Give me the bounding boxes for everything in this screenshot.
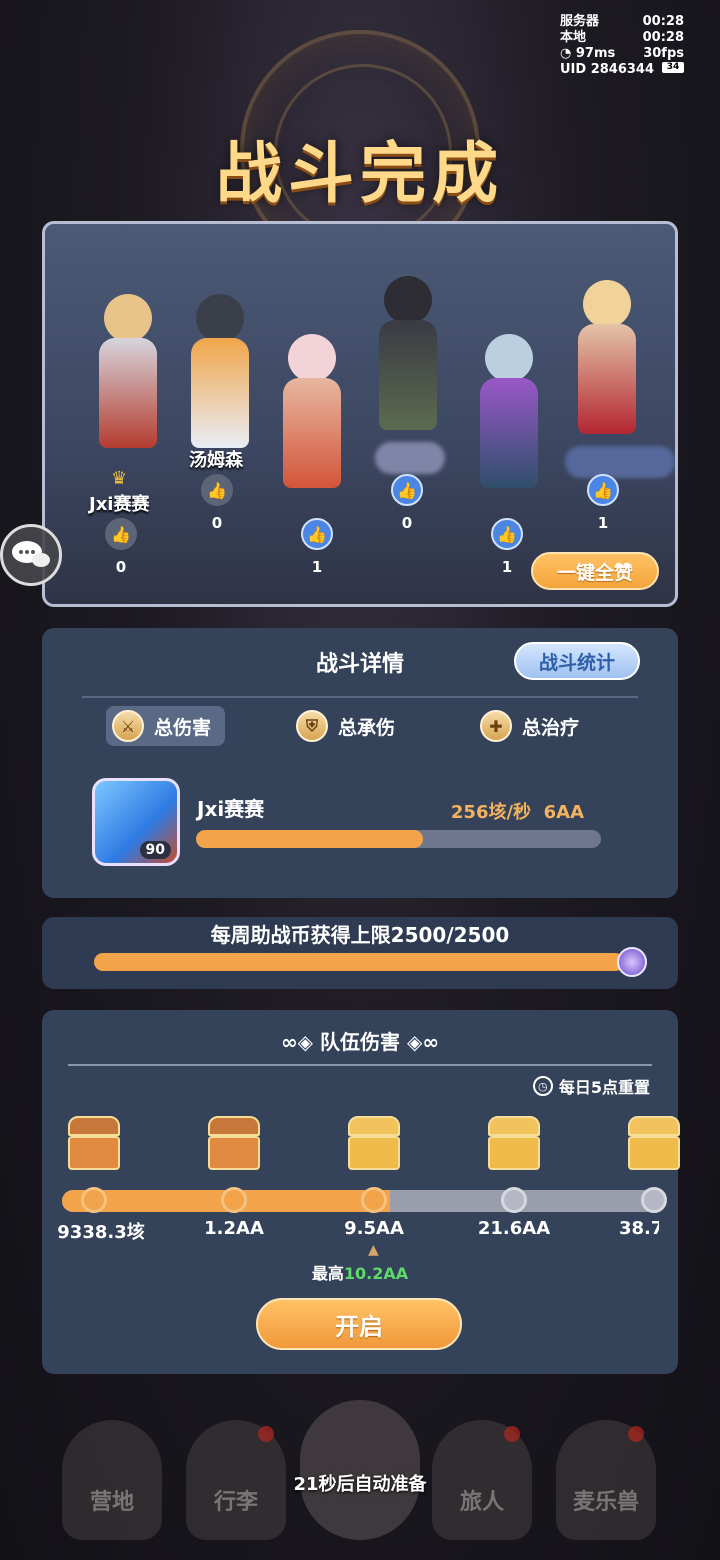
weekly-cap-fill [94,953,624,971]
ornament-left-icon: ∞◈ [280,1030,314,1054]
hero-figure [363,276,453,430]
hero-figure [559,280,655,440]
like-count: 0 [211,514,223,532]
battle-stats-button[interactable]: 战斗统计 [514,642,640,680]
like-count: 1 [597,514,609,532]
like-count: 0 [115,558,127,576]
weekly-cap-card: 每周助战币获得上限2500/2500 [42,917,678,989]
reset-text: 每日5点重置 [558,1078,650,1097]
milestone-value: 21.6AA [477,1218,551,1239]
max-marker-icon: ▲ [368,1242,379,1258]
daily-reset: ◷ 每日5点重置 [532,1074,650,1098]
member-name: 汤姆森 [189,450,243,471]
player-name: Jxi赛赛 [197,797,265,821]
milestone-node [81,1187,107,1213]
status-overlay: 服务器 00:28 本地 00:28 ◔ 97ms 30fps UID 2846344… [560,14,684,78]
tab-total-taken[interactable]: ⛨ 总承伤 [290,706,409,746]
hero-figure [267,334,357,488]
tab-total-healing[interactable]: ✚ 总治疗 [474,706,593,746]
gold-chest-icon[interactable] [486,1116,542,1172]
weekly-cap-bar [94,953,624,971]
tab-label: 总承伤 [338,716,396,739]
max-value: 10.2AA [343,1264,409,1283]
weekly-cap-text: 每周助战币获得上限2500/2500 [210,923,510,947]
hero-figure [83,294,173,464]
notification-dot [258,1426,274,1442]
notification-dot [628,1426,644,1442]
like-button[interactable]: 👍 [301,518,333,550]
chat-bubble-icon [12,541,50,567]
milestone-value: 9.5AA [344,1218,404,1239]
assist-coin-icon [617,947,647,977]
milestone-value: 9338.3垓 [57,1222,145,1243]
like-button[interactable]: 👍 [105,518,137,550]
hero-figure [175,294,265,448]
hidden-name [375,442,445,474]
local-time: 00:28 [642,30,684,45]
team-damage-card: ∞◈ 队伍伤害 ◈∞ ◷ 每日5点重置 9338.3垓 1.2AA 9.5AA 21.… [42,1010,680,1374]
damage-bar [196,830,601,848]
like-button[interactable]: 👍 [201,474,233,506]
notification-dot [504,1426,520,1442]
max-label: 最高 [311,1264,344,1283]
damage-track [62,1190,658,1212]
like-button[interactable]: 👍 [491,518,523,550]
battery-icon: 34 [662,62,684,73]
clock-icon: ◷ [532,1076,553,1096]
ping: 97ms [575,46,616,61]
auto-ready-timer: 21秒后自动准备 [293,1474,427,1495]
fps: 30fps [643,46,684,61]
server-label: 服务器 [560,14,600,29]
milestone-value: 38.7 [619,1218,659,1239]
opened-chest-icon[interactable] [66,1116,122,1172]
battle-detail-card: 战斗详情 战斗统计 ⚔ 总伤害 ⛨ 总承伤 ✚ 总治疗 90 Jxi赛赛 256… [42,628,678,898]
like-count: 1 [501,558,513,576]
milestone-node [221,1187,247,1213]
team-damage-title: 队伍伤害 [320,1030,400,1054]
uid: UID 2846344 [560,62,655,77]
tab-label: 总伤害 [154,716,212,739]
like-count: 1 [311,558,323,576]
like-all-button[interactable]: 一键全赞 [531,552,659,590]
shield-icon: ⛨ [296,710,328,742]
tab-label: 总治疗 [522,716,580,739]
hero-figure [461,334,557,488]
milestone-value: 1.2AA [204,1218,264,1239]
gold-chest-icon[interactable] [626,1116,682,1172]
hidden-name [565,446,675,478]
total-value: 6AA [543,802,584,823]
milestone-node [361,1187,387,1213]
opened-chest-icon[interactable] [206,1116,262,1172]
player-damage: 256垓/秒 6AA [451,798,584,824]
sword-icon: ⚔ [112,710,144,742]
damage-bar-fill [196,830,423,848]
like-button[interactable]: 👍 [587,474,619,506]
crown-icon: ♛ [111,468,128,489]
max-damage: 最高10.2AA [42,1260,678,1284]
avatar[interactable]: 90 [92,778,180,866]
gold-chest-icon[interactable] [346,1116,402,1172]
local-label: 本地 [560,30,587,45]
milestone-node [501,1187,527,1213]
level-badge: 90 [139,841,171,859]
like-button[interactable]: 👍 [391,474,423,506]
member-name: Jxi赛赛 [89,494,150,515]
divider [68,1064,652,1066]
wifi-icon: ◔ [560,46,572,61]
divider [82,696,638,698]
tab-total-damage[interactable]: ⚔ 总伤害 [106,706,226,746]
chat-button[interactable] [0,524,62,586]
team-panel: ♛ Jxi赛赛 汤姆森 👍 0 👍 0 👍 1 👍 0 👍 1 👍 1 一键全赞 [42,221,678,607]
page-title: 战斗完成 [216,135,504,212]
milestone-node [641,1187,667,1213]
server-time: 00:28 [642,14,684,29]
team-damage-header: ∞◈ 队伍伤害 ◈∞ [42,1026,678,1055]
heal-cross-icon: ✚ [480,710,512,742]
like-count: 0 [401,514,413,532]
open-button[interactable]: 开启 [256,1298,462,1350]
dps-value: 256垓/秒 [450,802,532,823]
ornament-right-icon: ◈∞ [406,1030,440,1054]
